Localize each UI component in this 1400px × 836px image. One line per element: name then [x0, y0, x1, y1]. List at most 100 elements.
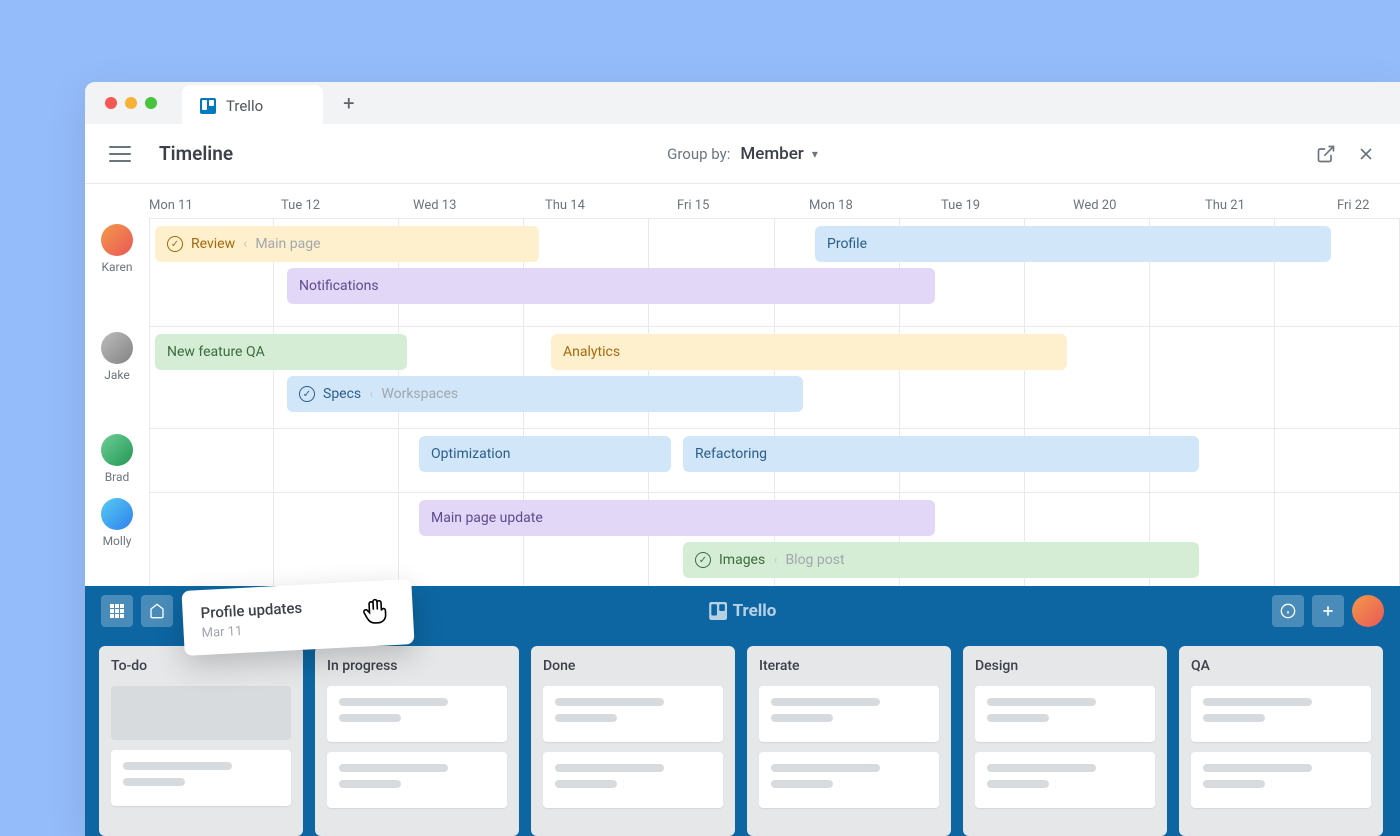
avatar[interactable] [101, 434, 133, 466]
list-title: In progress [327, 658, 507, 674]
list-title: Design [975, 658, 1155, 674]
date-label: Mon 11 [149, 198, 193, 213]
timeline-bar-specs[interactable]: ✓ Specs ‹ Workspaces [287, 376, 803, 412]
list-in-progress[interactable]: In progress [315, 646, 519, 836]
list-todo[interactable]: To-do [99, 646, 303, 836]
member-name: Jake [104, 368, 129, 382]
page-title: Timeline [159, 142, 233, 165]
tab-title: Trello [226, 97, 263, 115]
dragging-card[interactable]: Profile updates Mar 11 [181, 579, 414, 656]
group-by-selector[interactable]: Group by: Member ▾ [667, 144, 818, 164]
trello-brand: Trello [709, 601, 777, 621]
close-window-icon[interactable] [105, 97, 117, 109]
bar-label: Specs [323, 386, 361, 402]
list-qa[interactable]: QA [1179, 646, 1383, 836]
card[interactable] [327, 686, 507, 742]
avatar[interactable] [101, 224, 133, 256]
group-by-value: Member [740, 144, 803, 164]
card[interactable] [327, 752, 507, 808]
new-tab-button[interactable]: + [343, 91, 354, 115]
date-label: Tue 19 [941, 198, 980, 213]
timeline-bar-new-feature[interactable]: New feature QA [155, 334, 407, 370]
member-name: Molly [103, 534, 132, 548]
timeline-bar-refactoring[interactable]: Refactoring [683, 436, 1199, 472]
user-avatar[interactable] [1352, 595, 1384, 627]
trello-icon [200, 98, 216, 114]
add-button[interactable] [1312, 595, 1344, 627]
member-cell: Jake [85, 326, 149, 428]
date-label: Thu 21 [1205, 198, 1245, 213]
browser-tab[interactable]: Trello [182, 85, 323, 127]
brand-text: Trello [733, 601, 777, 621]
card[interactable] [1191, 752, 1371, 808]
date-label: Fri 15 [677, 198, 709, 213]
bar-label: Notifications [299, 278, 379, 294]
group-by-label: Group by: [667, 145, 730, 163]
card[interactable] [975, 686, 1155, 742]
card[interactable] [759, 686, 939, 742]
timeline-bar-analytics[interactable]: Analytics [551, 334, 1067, 370]
bar-label: Profile [827, 236, 867, 252]
bar-label: Review [191, 236, 235, 252]
avatar[interactable] [101, 332, 133, 364]
date-label: Wed 20 [1073, 198, 1116, 213]
info-button[interactable] [1272, 595, 1304, 627]
timeline-view: Mon 11 Tue 12 Wed 13 Thu 14 Fri 15 Mon 1… [85, 184, 1400, 586]
date-label: Wed 13 [413, 198, 456, 213]
bar-label: New feature QA [167, 344, 265, 360]
card-placeholder [111, 686, 291, 740]
chevron-down-icon: ▾ [812, 147, 818, 161]
check-circle-icon: ✓ [167, 236, 183, 252]
member-cell: Brad [85, 428, 149, 492]
list-done[interactable]: Done [531, 646, 735, 836]
separator-icon: ‹ [243, 236, 247, 252]
list-design[interactable]: Design [963, 646, 1167, 836]
check-circle-icon: ✓ [695, 552, 711, 568]
apps-button[interactable] [101, 595, 133, 627]
home-icon [149, 603, 165, 619]
member-name: Karen [101, 260, 132, 274]
info-icon [1280, 603, 1296, 619]
bar-sub: Workspaces [381, 386, 458, 402]
minimize-window-icon[interactable] [125, 97, 137, 109]
card[interactable] [111, 750, 291, 806]
card[interactable] [1191, 686, 1371, 742]
timeline-bar-images[interactable]: ✓ Images ‹ Blog post [683, 542, 1199, 578]
timeline-bar-main-page-update[interactable]: Main page update [419, 500, 935, 536]
timeline-bar-profile[interactable]: Profile [815, 226, 1331, 262]
card[interactable] [543, 686, 723, 742]
avatar[interactable] [101, 498, 133, 530]
bar-label: Refactoring [695, 446, 767, 462]
browser-tabbar: Trello + [85, 82, 1400, 124]
date-label: Tue 12 [281, 198, 320, 213]
member-name: Brad [105, 470, 130, 484]
open-external-icon[interactable] [1316, 144, 1336, 164]
date-header: Mon 11 Tue 12 Wed 13 Thu 14 Fri 15 Mon 1… [85, 184, 1400, 218]
card[interactable] [759, 752, 939, 808]
member-cell: Molly [85, 492, 149, 586]
bar-label: Main page update [431, 510, 543, 526]
date-label: Mon 18 [809, 198, 853, 213]
maximize-window-icon[interactable] [145, 97, 157, 109]
window-controls[interactable] [105, 97, 157, 109]
menu-icon[interactable] [109, 146, 131, 162]
date-label: Thu 14 [545, 198, 585, 213]
list-title: Done [543, 658, 723, 674]
card[interactable] [543, 752, 723, 808]
home-button[interactable] [141, 595, 173, 627]
timeline-bar-notifications[interactable]: Notifications [287, 268, 935, 304]
separator-icon: ‹ [369, 386, 373, 402]
plus-icon [1320, 603, 1336, 619]
timeline-bar-review[interactable]: ✓ Review ‹ Main page [155, 226, 539, 262]
bar-sub: Blog post [785, 552, 844, 568]
card[interactable] [975, 752, 1155, 808]
member-cell: Karen [85, 218, 149, 326]
list-title: QA [1191, 658, 1371, 674]
close-icon[interactable] [1356, 144, 1376, 164]
timeline-bar-optimization[interactable]: Optimization [419, 436, 671, 472]
bar-label: Optimization [431, 446, 510, 462]
bar-label: Analytics [563, 344, 620, 360]
list-iterate[interactable]: Iterate [747, 646, 951, 836]
bar-label: Images [719, 552, 765, 568]
timeline-toolbar: Timeline Group by: Member ▾ [85, 124, 1400, 184]
